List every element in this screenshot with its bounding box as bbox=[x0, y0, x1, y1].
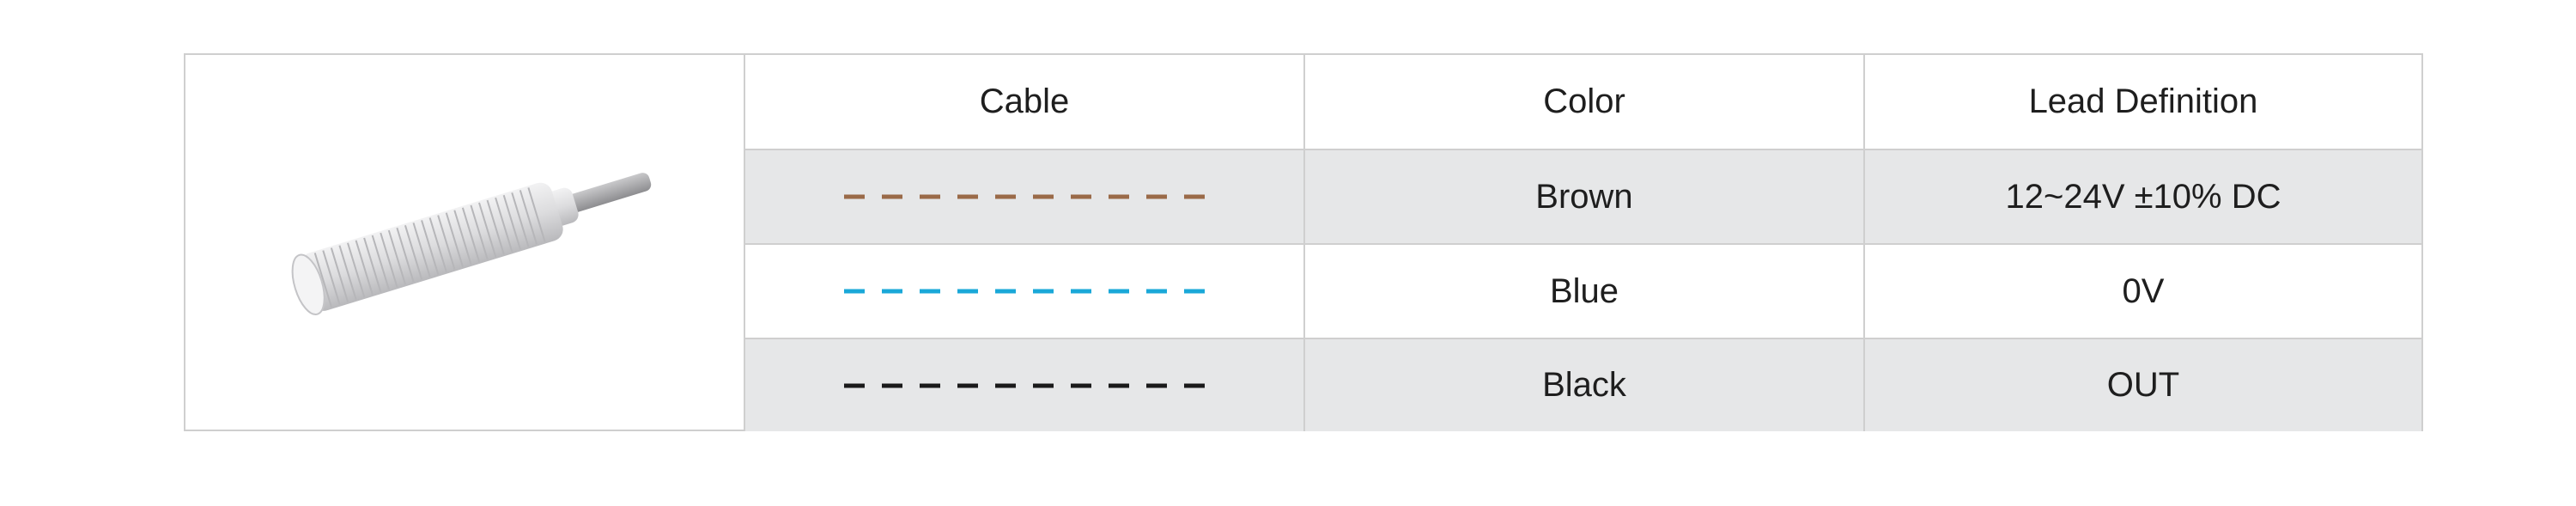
header-lead-definition: Lead Definition bbox=[1863, 55, 2421, 149]
header-cable: Cable bbox=[744, 55, 1303, 149]
color-cell-blue: Blue bbox=[1303, 243, 1863, 338]
cable-line-black bbox=[744, 338, 1303, 431]
lead-cell-black: OUT bbox=[1863, 338, 2421, 431]
color-cell-black: Black bbox=[1303, 338, 1863, 431]
cylindrical-sensor-icon bbox=[291, 173, 652, 316]
header-color: Color bbox=[1303, 55, 1863, 149]
cable-line-brown bbox=[744, 149, 1303, 243]
wiring-table: Cable Color Lead Definition Brown 12~24V… bbox=[184, 53, 2423, 431]
cable-dash-line-blue bbox=[844, 289, 1205, 294]
cable-dash-line-black bbox=[844, 383, 1205, 387]
lead-cell-brown: 12~24V ±10% DC bbox=[1863, 149, 2421, 243]
cable-dash-line-brown bbox=[844, 194, 1205, 199]
product-image-cell bbox=[185, 55, 744, 431]
lead-cell-blue: 0V bbox=[1863, 243, 2421, 338]
color-cell-brown: Brown bbox=[1303, 149, 1863, 243]
cable-line-blue bbox=[744, 243, 1303, 338]
